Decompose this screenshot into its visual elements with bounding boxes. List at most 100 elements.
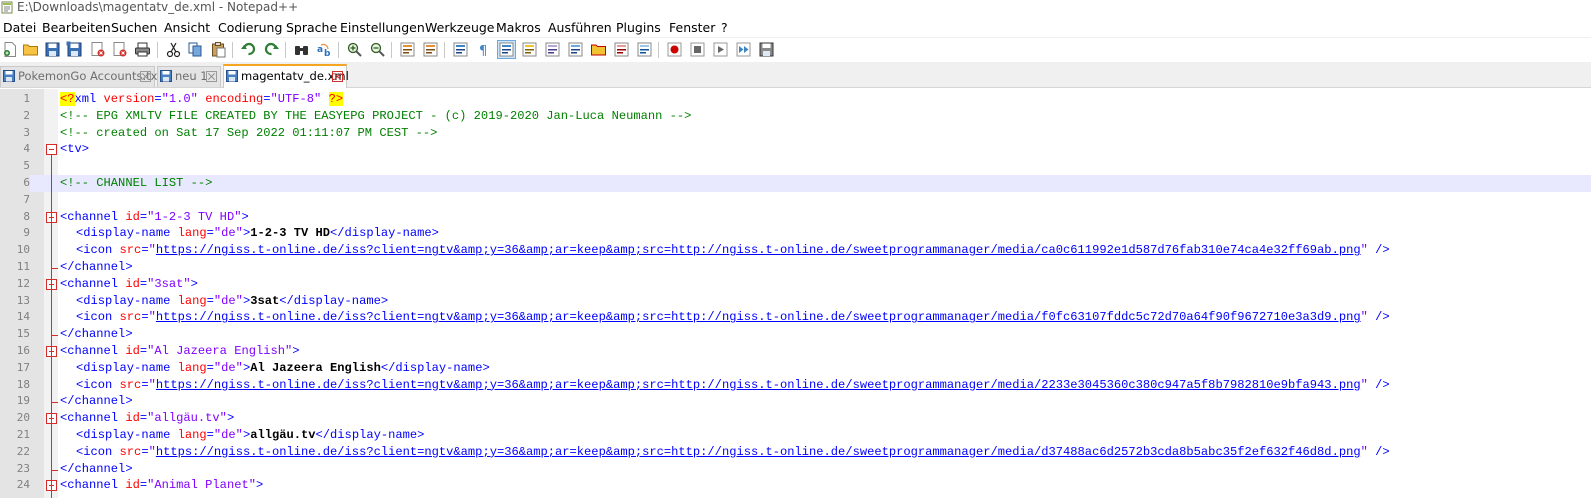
code-text[interactable]: <display-name lang="de">Al Jazeera Engli… [76,360,490,377]
code-text[interactable]: <channel id="1-2-3 TV HD"> [60,209,249,226]
open-file-button[interactable] [22,41,39,58]
code-line[interactable]: 13 <display-name lang="de">3sat</display-… [0,293,1591,310]
document-list-button[interactable] [613,41,630,58]
menu-item-einstellungen[interactable]: Einstellungen [340,19,425,36]
code-line[interactable]: 11 </channel> [0,259,1591,276]
menu-item-datei[interactable]: Datei [3,19,36,36]
undo-button[interactable] [240,41,257,58]
token-url[interactable]: https://ngiss.t-online.de/iss?client=ngt… [156,445,1361,459]
menu-item-sprache[interactable]: Sprache [286,19,337,36]
run-macro-multiple-button[interactable] [735,41,752,58]
code-line[interactable]: 21 <display-name lang="de">allgäu.tv</dis… [0,427,1591,444]
code-text[interactable]: </channel> [60,326,133,343]
sync-vertical-button[interactable] [399,41,416,58]
menu-item-ausführen[interactable]: Ausführen [548,19,612,36]
code-line[interactable]: 20 <channel id="allgäu.tv"> [0,410,1591,427]
word-wrap-button[interactable] [452,41,469,58]
monitoring-button[interactable] [636,41,653,58]
menu-item-plugins[interactable]: Plugins [616,19,661,36]
code-text[interactable]: </channel> [60,259,133,276]
indent-guide-button[interactable] [497,40,516,59]
menu-item-suchen[interactable]: Suchen [111,19,157,36]
code-line[interactable]: 8 <channel id="1-2-3 TV HD"> [0,209,1591,226]
code-text[interactable]: <icon src="https://ngiss.t-online.de/iss… [76,242,1390,259]
code-line[interactable]: 1 <?xml version="1.0" encoding="UTF-8" ?> [0,91,1591,108]
menu-item-fenster[interactable]: Fenster [669,19,715,36]
menu-item-help[interactable]: ? [721,19,728,36]
token-url[interactable]: https://ngiss.t-online.de/iss?client=ngt… [156,310,1361,324]
code-text[interactable]: <tv> [60,141,89,158]
code-text[interactable]: <channel id="3sat"> [60,276,198,293]
save-macro-button[interactable] [758,41,775,58]
code-line[interactable]: 24 <channel id="Animal Planet"> [0,477,1591,494]
code-line[interactable]: 14 <icon src="https://ngiss.t-online.de/i… [0,309,1591,326]
code-line[interactable]: 12 <channel id="3sat"> [0,276,1591,293]
fold-toggle-icon[interactable] [46,144,57,156]
tab-close-icon[interactable] [332,71,343,82]
code-line[interactable]: 19 </channel> [0,393,1591,410]
code-text[interactable]: <!-- CHANNEL LIST --> [60,175,212,192]
code-line[interactable]: 7 [0,192,1591,209]
code-text[interactable]: <icon src="https://ngiss.t-online.de/iss… [76,444,1390,461]
code-line[interactable]: 23 </channel> [0,461,1591,478]
code-text[interactable]: <?xml version="1.0" encoding="UTF-8" ?> [60,91,344,108]
playback-macro-button[interactable] [712,41,729,58]
cut-button[interactable] [165,41,182,58]
tab-close-icon[interactable] [140,71,151,82]
show-all-characters-button[interactable]: ¶ [475,41,492,58]
code-text[interactable]: <!-- EPG XMLTV FILE CREATED BY THE EASYE… [60,108,691,125]
code-text[interactable]: <!-- created on Sat 17 Sep 2022 01:11:07… [60,125,437,142]
token-url[interactable]: https://ngiss.t-online.de/iss?client=ngt… [156,378,1361,392]
find-button[interactable] [293,41,310,58]
redo-button[interactable] [263,41,280,58]
zoom-out-button[interactable] [369,41,386,58]
replace-button[interactable]: ab [316,41,333,58]
sync-horizontal-button[interactable] [422,41,439,58]
code-text[interactable]: </channel> [60,393,133,410]
code-line[interactable]: 10 <icon src="https://ngiss.t-online.de/i… [0,242,1591,259]
menu-item-werkzeuge[interactable]: Werkzeuge [425,19,495,36]
code-text[interactable]: </channel> [60,461,133,478]
menu-item-ansicht[interactable]: Ansicht [164,19,210,36]
stop-recording-button[interactable] [689,41,706,58]
code-line[interactable]: 22 <icon src="https://ngiss.t-online.de/i… [0,444,1591,461]
code-line[interactable]: 9 <display-name lang="de">1-2-3 TV HD</di… [0,225,1591,242]
close-button[interactable] [89,41,106,58]
copy-button[interactable] [187,41,204,58]
document-map-button[interactable] [544,41,561,58]
print-button[interactable] [134,41,151,58]
menu-item-codierung[interactable]: Codierung [218,19,282,36]
tab-close-icon[interactable] [206,71,217,82]
menu-item-bearbeiten[interactable]: Bearbeiten [42,19,111,36]
code-text[interactable]: <display-name lang="de">3sat</display-na… [76,293,388,310]
code-line[interactable]: 6 <!-- CHANNEL LIST --> [0,175,1591,192]
new-file-button[interactable] [2,41,19,58]
code-line[interactable]: 4 <tv> [0,141,1591,158]
code-text[interactable]: <channel id="Animal Planet"> [60,477,263,494]
code-text[interactable]: <icon src="https://ngiss.t-online.de/iss… [76,309,1390,326]
code-text[interactable]: <display-name lang="de">allgäu.tv</displ… [76,427,424,444]
menu-item-makros[interactable]: Makros [496,19,541,36]
code-text[interactable]: <channel id="Al Jazeera English"> [60,343,300,360]
code-line[interactable]: 15 </channel> [0,326,1591,343]
paste-button[interactable] [210,41,227,58]
code-line[interactable]: 3 <!-- created on Sat 17 Sep 2022 01:11:0… [0,125,1591,142]
token-url[interactable]: https://ngiss.t-online.de/iss?client=ngt… [156,243,1361,257]
tab-pokemongo-accounts-txt[interactable]: PokemonGo Accounts.txt [0,66,162,87]
code-text[interactable]: <display-name lang="de">1-2-3 TV HD</dis… [76,225,439,242]
close-all-button[interactable] [111,41,128,58]
record-macro-button[interactable] [666,41,683,58]
save-button[interactable] [44,41,61,58]
function-list-button[interactable] [567,41,584,58]
code-line[interactable]: 5 [0,158,1591,175]
code-line[interactable]: 18 <icon src="https://ngiss.t-online.de/i… [0,377,1591,394]
tab-neu-1[interactable]: neu 1 [157,66,221,87]
code-text[interactable]: <icon src="https://ngiss.t-online.de/iss… [76,377,1390,394]
zoom-in-button[interactable] [346,41,363,58]
code-line[interactable]: 2 <!-- EPG XMLTV FILE CREATED BY THE EASY… [0,108,1591,125]
code-line[interactable]: 17 <display-name lang="de">Al Jazeera Eng… [0,360,1591,377]
folder-as-workspace-button[interactable] [590,41,607,58]
editor[interactable]: 1 <?xml version="1.0" encoding="UTF-8" ?>… [0,89,1591,498]
code-line[interactable]: 16 <channel id="Al Jazeera English"> [0,343,1591,360]
code-text[interactable]: <channel id="allgäu.tv"> [60,410,234,427]
